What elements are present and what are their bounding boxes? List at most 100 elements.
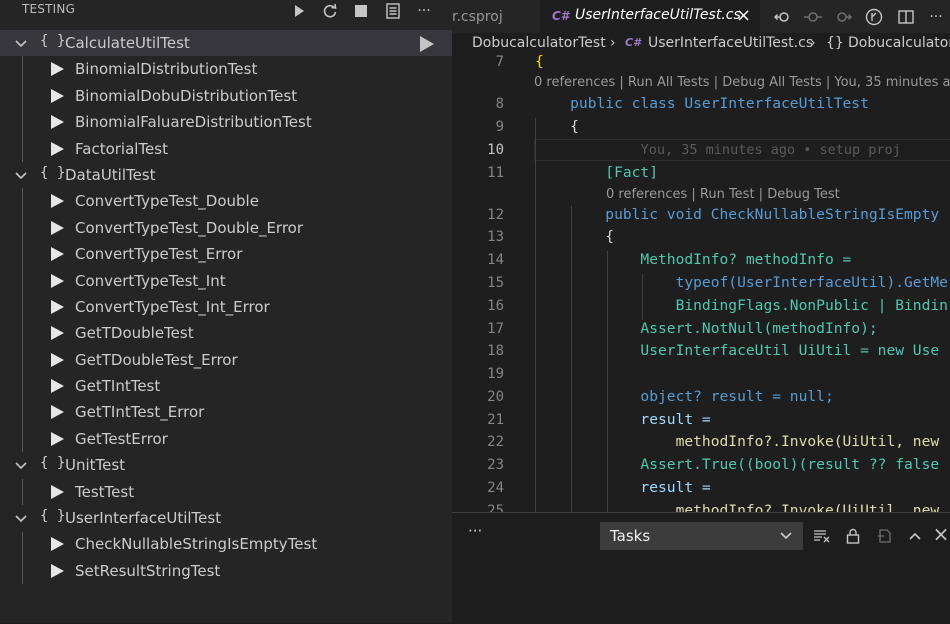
line-number: 23 bbox=[487, 457, 504, 473]
test-item[interactable]: ConvertTypeTest_Double_Error bbox=[0, 215, 452, 241]
lock-icon[interactable] bbox=[842, 525, 864, 547]
more-actions-icon[interactable]: ··· bbox=[413, 0, 435, 22]
play-icon bbox=[51, 88, 64, 103]
close-panel-icon[interactable]: × bbox=[930, 522, 950, 546]
test-group[interactable]: { } DataUtilTest bbox=[0, 162, 452, 188]
tab-csproj[interactable]: r.csproj bbox=[452, 0, 540, 33]
code-line[interactable]: { bbox=[535, 118, 579, 135]
test-item-label: GetTDoubleTest bbox=[75, 324, 194, 343]
line-number: 17 bbox=[487, 321, 504, 337]
line-number: 18 bbox=[487, 343, 504, 359]
test-item[interactable]: BinomialFaluareDistributionTest bbox=[0, 109, 452, 135]
go-forward-icon[interactable] bbox=[832, 6, 854, 28]
show-output-icon[interactable] bbox=[382, 0, 404, 22]
test-item[interactable]: ConvertTypeTest_Int bbox=[0, 268, 452, 294]
test-item[interactable]: GetTDoubleTest bbox=[0, 320, 452, 346]
code-line[interactable]: You, 35 minutes ago • setup proj bbox=[535, 142, 901, 158]
split-editor-icon[interactable] bbox=[895, 6, 917, 28]
test-group-label: DataUtilTest bbox=[65, 165, 156, 184]
test-item[interactable]: FactorialTest bbox=[0, 136, 452, 162]
play-icon bbox=[51, 379, 64, 394]
chevron-down-icon[interactable] bbox=[13, 457, 29, 473]
breadcrumb-symbol[interactable]: Dobucalculator bbox=[848, 35, 950, 51]
stop-icon[interactable] bbox=[350, 0, 372, 22]
open-log-file-icon[interactable] bbox=[874, 525, 896, 547]
chevron-down-icon[interactable] bbox=[13, 167, 29, 183]
test-item[interactable]: BinomialDistributionTest bbox=[0, 56, 452, 82]
code-line[interactable]: { bbox=[535, 53, 544, 70]
run-test-icon[interactable] bbox=[420, 36, 434, 52]
test-item[interactable]: GetTestError bbox=[0, 426, 452, 452]
maximize-panel-icon[interactable] bbox=[904, 525, 926, 547]
csharp-file-icon: C# bbox=[552, 9, 570, 23]
test-item[interactable]: GetTIntTest bbox=[0, 373, 452, 399]
test-item[interactable]: GetTDoubleTest_Error bbox=[0, 347, 452, 373]
line-number: 11 bbox=[487, 165, 504, 181]
codelens-method[interactable]: 0 references | Run Test | Debug Test bbox=[606, 187, 840, 202]
timeline-dot-icon[interactable] bbox=[802, 6, 824, 28]
code-line[interactable]: methodInfo?.Invoke(UiUtil, new bbox=[535, 433, 940, 450]
indent-guide bbox=[22, 531, 23, 585]
test-group[interactable]: { } UserInterfaceUtilTest bbox=[0, 505, 452, 531]
chevron-down-icon[interactable] bbox=[13, 510, 29, 526]
breadcrumb-csharp-icon: C# bbox=[625, 36, 641, 49]
line-number: 10 bbox=[487, 142, 504, 158]
chevron-down-icon[interactable] bbox=[13, 35, 29, 51]
test-item[interactable]: TestTest bbox=[0, 479, 452, 505]
close-tab-icon[interactable]: × bbox=[736, 5, 751, 26]
line-number: 22 bbox=[487, 434, 504, 450]
test-item[interactable]: SetResultStringTest bbox=[0, 558, 452, 584]
code-line[interactable]: typeof(UserInterfaceUtil).GetMe bbox=[535, 274, 948, 291]
clear-output-icon[interactable] bbox=[811, 525, 833, 547]
test-item[interactable]: GetTIntTest_Error bbox=[0, 399, 452, 425]
test-item-label: CheckNullableStringIsEmptyTest bbox=[75, 535, 318, 554]
line-number: 25 bbox=[487, 503, 504, 512]
run-all-tests-icon[interactable] bbox=[288, 0, 310, 22]
test-item[interactable]: ConvertTypeTest_Error bbox=[0, 241, 452, 267]
play-icon bbox=[51, 273, 64, 288]
test-item-label: SetResultStringTest bbox=[75, 561, 221, 580]
test-item[interactable]: BinomialDobuDistributionTest bbox=[0, 83, 452, 109]
line-number: 13 bbox=[487, 229, 504, 245]
test-item[interactable]: CheckNullableStringIsEmptyTest bbox=[0, 531, 452, 557]
code-line[interactable]: [Fact] bbox=[535, 164, 658, 181]
tasks-dropdown[interactable]: Tasks bbox=[600, 522, 803, 550]
code-line[interactable]: MethodInfo? methodInfo = bbox=[535, 251, 851, 268]
code-line[interactable]: methodInfo?.Invoke(UiUtil, new bbox=[535, 502, 940, 512]
test-item-label: GetTIntTest_Error bbox=[75, 403, 205, 422]
editor-more-icon[interactable]: ··· bbox=[925, 6, 947, 28]
code-line[interactable]: Assert.True((bool)(result ?? false bbox=[535, 456, 939, 473]
panel-more-icon[interactable]: ··· bbox=[468, 522, 482, 540]
test-item[interactable]: ConvertTypeTest_Int_Error bbox=[0, 294, 452, 320]
code-line[interactable]: public void CheckNullableStringIsEmpty bbox=[535, 206, 939, 223]
codelens-class[interactable]: 0 references | Run All Tests | Debug All… bbox=[534, 75, 950, 90]
code-line[interactable]: result = bbox=[535, 479, 710, 496]
code-line[interactable]: BindingFlags.NonPublic | Bindin bbox=[535, 297, 948, 314]
go-back-icon[interactable] bbox=[772, 6, 794, 28]
test-group[interactable]: { } CalculateUtilTest bbox=[0, 30, 452, 57]
breadcrumb-project[interactable]: DobucalculatorTest bbox=[472, 35, 606, 51]
code-line[interactable]: result = bbox=[535, 411, 710, 428]
line-number: 20 bbox=[487, 389, 504, 405]
test-item-label: ConvertTypeTest_Double bbox=[75, 192, 259, 211]
gitlens-icon[interactable] bbox=[863, 6, 885, 28]
play-icon bbox=[51, 141, 64, 156]
tab-userinterfaceutiltest[interactable]: C# UserInterfaceUtilTest.cs × bbox=[540, 0, 760, 33]
code-line[interactable]: UserInterfaceUtil UiUtil = new Use bbox=[535, 342, 939, 359]
code-line[interactable]: Assert.NotNull(methodInfo); bbox=[535, 320, 877, 337]
play-icon bbox=[51, 247, 64, 262]
code-line[interactable]: object? result = null; bbox=[535, 388, 833, 405]
line-number: 21 bbox=[487, 412, 504, 428]
indent-guide bbox=[22, 188, 23, 453]
code-line[interactable]: { bbox=[535, 228, 614, 245]
breadcrumb-file[interactable]: UserInterfaceUtilTest.cs bbox=[648, 35, 813, 51]
namespace-icon: { } bbox=[40, 455, 66, 472]
test-item[interactable]: ConvertTypeTest_Double bbox=[0, 188, 452, 214]
test-group[interactable]: { } UnitTest bbox=[0, 452, 452, 478]
test-group-label: UserInterfaceUtilTest bbox=[65, 509, 222, 528]
line-number: 8 bbox=[495, 96, 504, 112]
line-number: 24 bbox=[487, 480, 504, 496]
play-icon bbox=[51, 62, 64, 77]
code-line[interactable]: public class UserInterfaceUtilTest bbox=[535, 95, 869, 112]
refresh-icon[interactable] bbox=[319, 0, 341, 22]
